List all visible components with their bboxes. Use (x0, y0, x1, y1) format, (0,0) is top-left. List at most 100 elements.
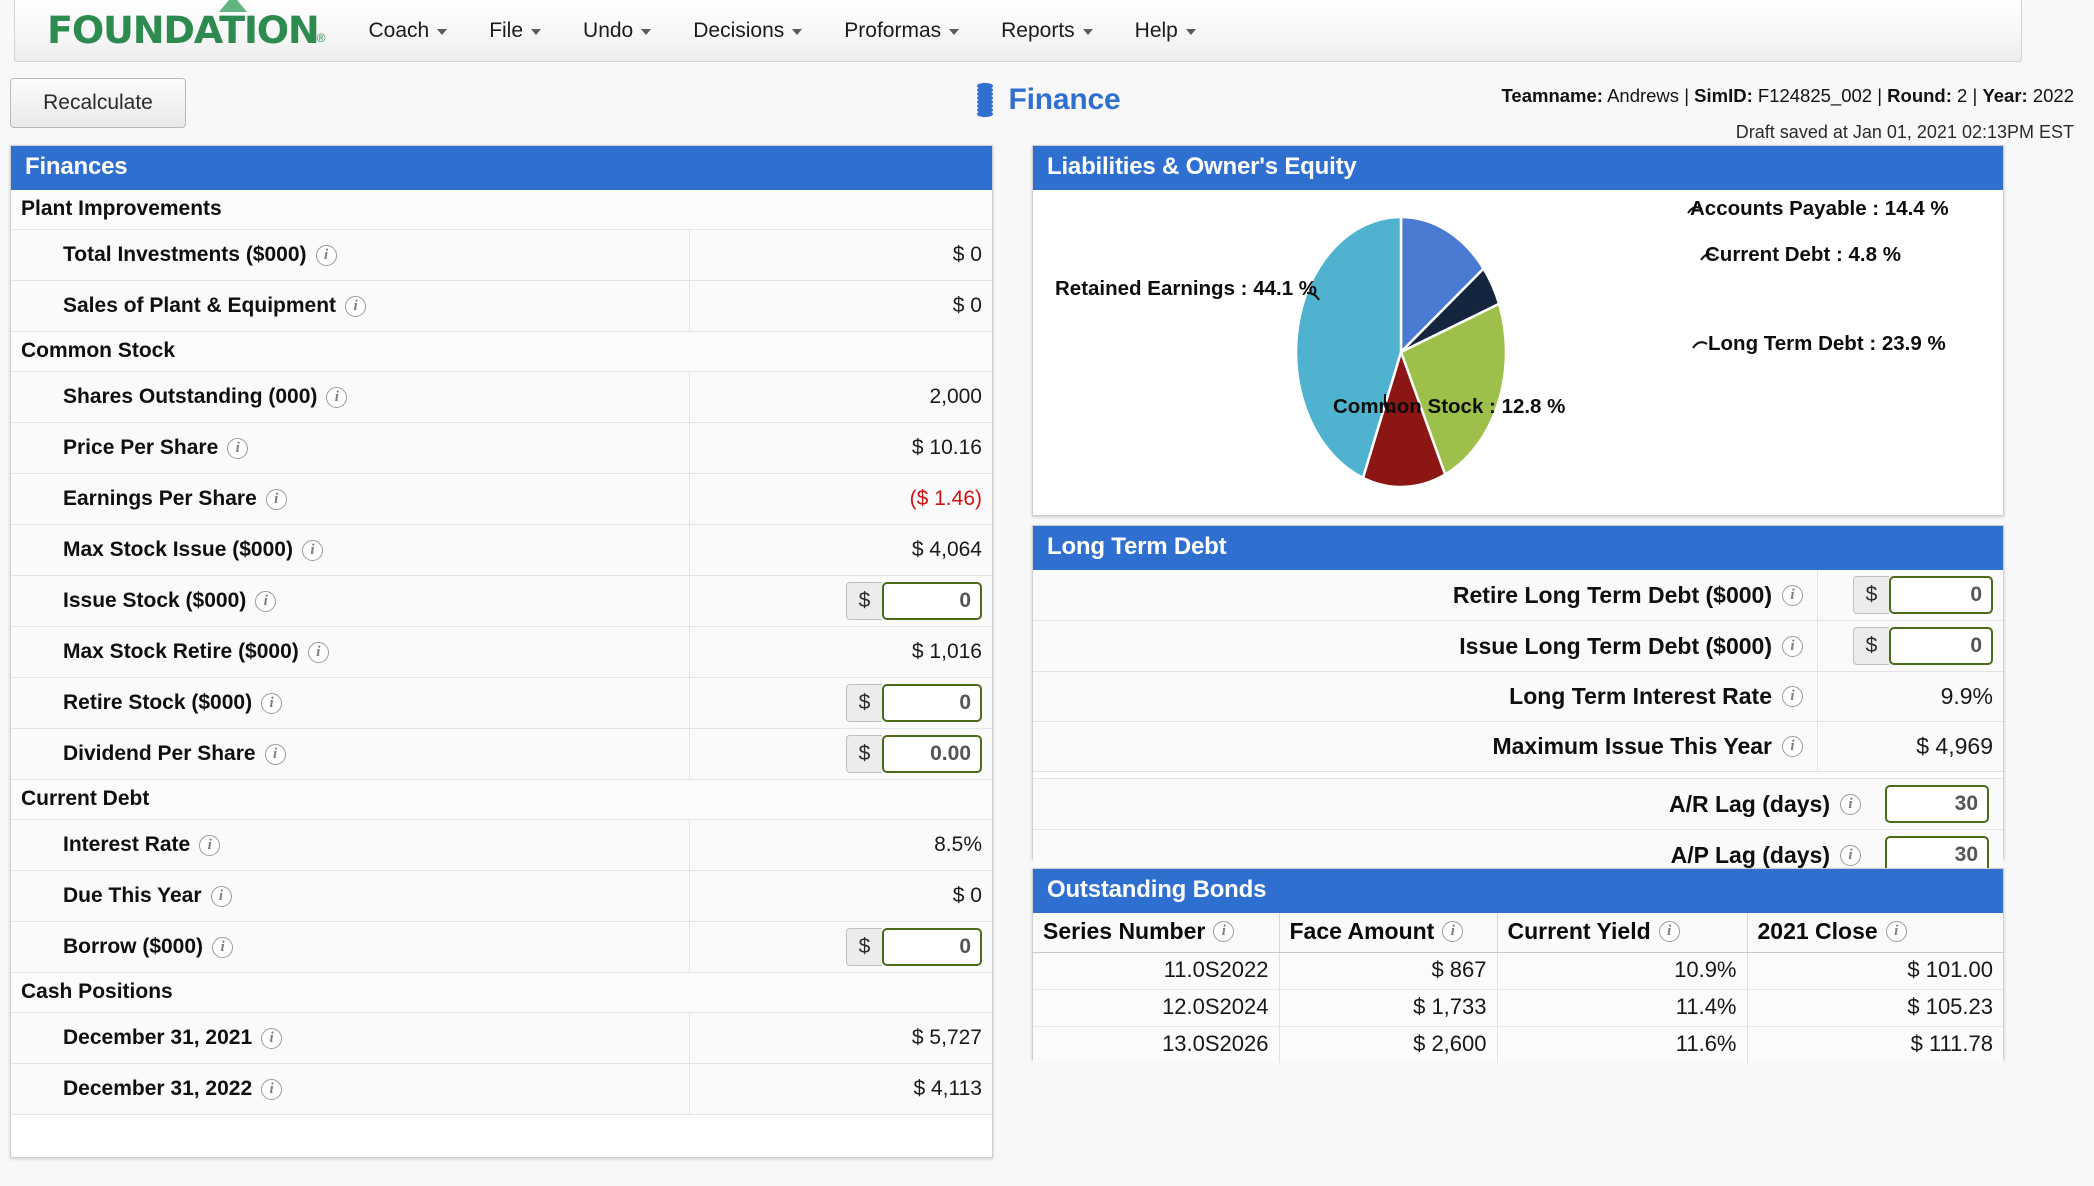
long-term-debt-input-field[interactable] (1889, 576, 1993, 614)
menu-item-coach[interactable]: Coach (347, 11, 468, 51)
menu-item-file[interactable]: File (468, 11, 562, 51)
info-icon[interactable]: i (1658, 921, 1680, 942)
lag-row: A/R Lag (days) i (1033, 779, 2003, 830)
finances-row: Borrow ($000) i $ (11, 922, 992, 973)
long-term-debt-row: Long Term Interest Rate i 9.9% (1033, 672, 2003, 722)
finances-row-label: Retire Stock ($000) i (11, 678, 690, 728)
chevron-down-icon (641, 29, 652, 35)
info-icon[interactable]: i (1782, 635, 1803, 657)
finances-row-value: $ 0 (690, 871, 992, 921)
info-icon[interactable]: i (1840, 793, 1861, 815)
finances-row-value: $ (690, 678, 992, 728)
finances-row-value: $ (690, 576, 992, 626)
finances-row: Earnings Per Share i ($ 1.46) (11, 474, 992, 525)
long-term-debt-row-value: 9.9% (1818, 672, 2003, 721)
finances-input-field[interactable] (882, 735, 982, 773)
meta-sep: | (1877, 85, 1883, 106)
chevron-down-icon (531, 29, 542, 35)
info-icon[interactable]: i (326, 386, 348, 408)
info-icon[interactable]: i (261, 1078, 283, 1100)
finances-row: December 31, 2022 i $ 4,113 (11, 1064, 992, 1115)
menu-item-label: Help (1134, 18, 1178, 42)
finances-row-label-text: Retire Stock ($000) (63, 691, 253, 714)
long-term-debt-row-label: Maximum Issue This Year i (1033, 722, 1818, 771)
finances-row: Max Stock Issue ($000) i $ 4,064 (11, 525, 992, 576)
info-icon[interactable]: i (264, 743, 286, 765)
info-icon[interactable]: i (345, 295, 367, 317)
info-icon[interactable]: i (1442, 921, 1464, 942)
currency-input-group: $ (846, 582, 982, 620)
chevron-down-icon (1082, 29, 1093, 35)
info-icon[interactable]: i (212, 936, 234, 958)
finances-row-label: Borrow ($000) i (11, 922, 690, 972)
finances-row-value: $ (690, 922, 992, 972)
menu-item-help[interactable]: Help (1114, 11, 1217, 51)
long-term-debt-label-text: Retire Long Term Debt ($000) (1452, 581, 1772, 608)
long-term-debt-label-text: Issue Long Term Debt ($000) (1459, 632, 1772, 659)
finances-row-label: Interest Rate i (11, 820, 690, 870)
info-icon[interactable]: i (227, 437, 249, 459)
chevron-down-icon (949, 29, 960, 35)
menu-item-proformas[interactable]: Proformas (823, 11, 980, 51)
year-value: 2022 (2032, 85, 2074, 106)
finances-panel-title: Finances (11, 146, 992, 190)
info-icon[interactable]: i (1782, 584, 1803, 606)
lag-input-field[interactable] (1885, 785, 1989, 823)
table-header-row: Series Number i Face Amount i Current Yield i… (1033, 913, 2003, 953)
liabilities-pie-chart: Accounts Payable : 14.4 % Current Debt :… (1033, 190, 2003, 515)
bonds-cell: $ 1,733 (1279, 989, 1498, 1027)
meta-sep: | (1972, 85, 1978, 106)
finances-input-field[interactable] (882, 582, 982, 620)
recalculate-button[interactable]: Recalculate (10, 78, 186, 128)
info-icon[interactable]: i (261, 692, 283, 714)
info-icon[interactable]: i (210, 885, 232, 907)
long-term-debt-input-field[interactable] (1889, 627, 1993, 665)
info-icon[interactable]: i (1840, 844, 1861, 866)
info-icon[interactable]: i (1213, 921, 1235, 942)
menu-item-decisions[interactable]: Decisions (672, 11, 823, 51)
session-meta: Teamname: Andrews | SimID: F124825_002 |… (1501, 82, 2074, 147)
info-icon[interactable]: i (1782, 736, 1803, 757)
bonds-column-header: Series Number i (1033, 913, 1280, 953)
finances-row-value: $ 10.16 (690, 423, 992, 473)
finances-row-label-text: Interest Rate (63, 833, 191, 856)
finances-row-label: Price Per Share i (11, 423, 690, 473)
info-icon[interactable]: i (1885, 921, 1907, 942)
currency-input-group: $ (846, 928, 982, 966)
bonds-cell: 11.4% (1497, 989, 1748, 1027)
table-row: 12.0S2024 $ 1,733 11.4% $ 105.23 (1033, 989, 2003, 1027)
long-term-debt-row: Maximum Issue This Year i $ 4,969 (1033, 722, 2003, 772)
bonds-cell: $ 105.23 (1747, 989, 2003, 1027)
finances-row: Sales of Plant & Equipment i $ 0 (11, 281, 992, 332)
long-term-debt-panel: Long Term Debt Retire Long Term Debt ($0… (1032, 525, 2004, 881)
info-icon[interactable]: i (307, 641, 329, 663)
finances-row-label: Dividend Per Share i (11, 729, 690, 779)
info-icon[interactable]: i (1782, 686, 1803, 707)
finances-input-field[interactable] (882, 684, 982, 722)
bonds-cell: 11.6% (1497, 1026, 1748, 1063)
menu-items: Coach File Undo Decisions Proformas Repo… (347, 11, 1216, 51)
info-icon[interactable]: i (255, 590, 277, 612)
finances-row-label: Max Stock Retire ($000) i (11, 627, 690, 677)
simid-label: SimID: (1694, 85, 1753, 106)
finances-group-header: Cash Positions (11, 973, 992, 1013)
menu-item-reports[interactable]: Reports (980, 11, 1114, 51)
info-icon[interactable]: i (199, 834, 221, 856)
bonds-column-header: 2021 Close i (1747, 913, 2003, 953)
finances-input-field[interactable] (882, 928, 982, 966)
finances-row: December 31, 2021 i $ 5,727 (11, 1013, 992, 1064)
chevron-down-icon (1185, 29, 1196, 35)
pie-slices (1294, 215, 1508, 489)
bonds-cell: 10.9% (1497, 952, 1748, 990)
finances-row-label-text: Max Stock Issue ($000) (63, 538, 293, 561)
info-icon[interactable]: i (315, 244, 337, 266)
outstanding-bonds-panel: Outstanding Bonds Series Number i Face Amo… (1032, 868, 2004, 1063)
info-icon[interactable]: i (261, 1027, 283, 1049)
info-icon[interactable]: i (265, 488, 287, 510)
dollar-prefix: $ (846, 928, 882, 966)
finances-row-label-text: December 31, 2021 (63, 1026, 253, 1049)
menu-item-undo[interactable]: Undo (562, 11, 672, 51)
info-icon[interactable]: i (301, 539, 323, 561)
finances-row: Total Investments ($000) i $ 0 (11, 230, 992, 281)
draft-saved-status: Draft saved at Jan 01, 2021 02:13PM EST (1735, 121, 2074, 142)
